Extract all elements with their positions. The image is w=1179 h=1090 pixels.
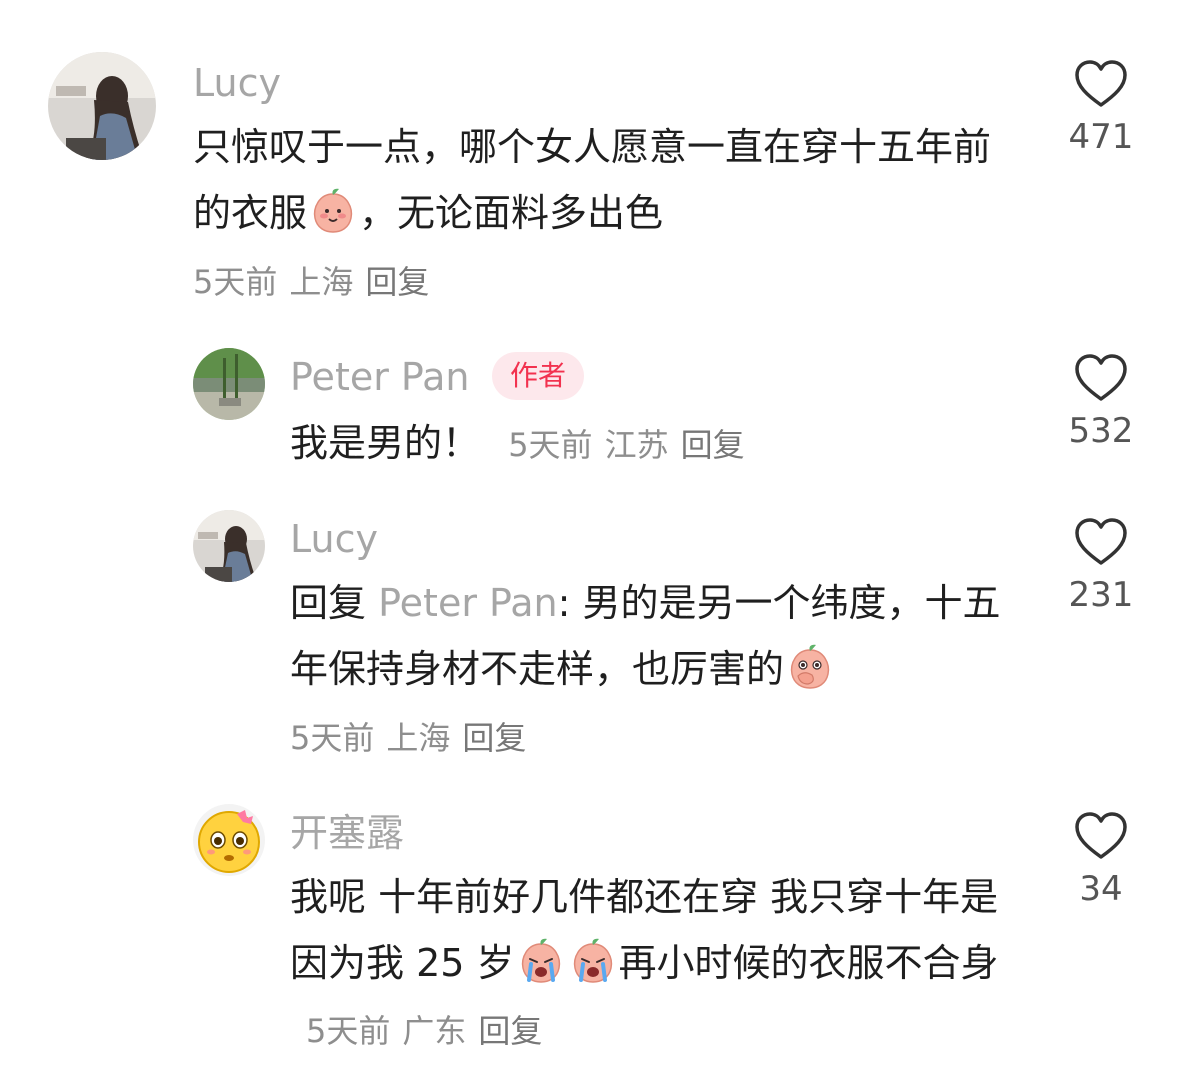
comment-text-part: 我是男的！	[290, 421, 481, 465]
reply-button[interactable]: 回复	[681, 426, 745, 464]
emoji-face-avatar	[193, 804, 265, 876]
comment-location: 上海	[386, 719, 451, 757]
comment-text-part: ，无论面料多出色	[359, 191, 664, 235]
covering-mouth-peach-emoji	[790, 644, 830, 689]
username[interactable]: Lucy	[193, 64, 281, 102]
comment-item: 开塞露 我呢 十年前好几件都还在穿 我只穿十年是因为我 25 岁 再小时候的衣服…	[0, 780, 1179, 1090]
comment-text: 回复 Peter Pan: 男的是另一个纬度，十五年保持身材不走样，也厉害的	[290, 570, 1020, 702]
reply-button[interactable]: 回复	[462, 719, 526, 757]
heart-icon	[1075, 60, 1127, 107]
reply-button[interactable]: 回复	[365, 263, 429, 301]
like-count: 231	[1068, 575, 1134, 615]
author-badge: 作者	[492, 352, 585, 400]
comment-item: Peter Pan 作者 我是男的！ 5天前 江苏 回复 532	[0, 320, 1179, 480]
like-count: 532	[1068, 411, 1134, 451]
comment-text: 我呢 十年前好几件都还在穿 我只穿十年是因为我 25 岁 再小时候的衣服不合身 …	[290, 864, 1010, 1064]
username[interactable]: 开塞露	[290, 814, 404, 852]
heart-icon	[1075, 518, 1127, 565]
comment-meta: 5天前 上海 回复	[290, 722, 538, 754]
comment-meta: 5天前 广东 回复	[306, 1012, 554, 1050]
avatar[interactable]	[193, 510, 265, 582]
heart-icon	[1075, 812, 1127, 859]
comment-item: Lucy 回复 Peter Pan: 男的是另一个纬度，十五年保持身材不走样，也…	[0, 480, 1179, 780]
reply-target-username[interactable]: Peter Pan	[378, 581, 558, 625]
avatar-photo	[193, 510, 265, 582]
comment-item: Lucy 只惊叹于一点，哪个女人愿意一直在穿十五年前的衣服 ，无论面料多出色 5…	[0, 0, 1179, 320]
smiling-peach-emoji	[313, 188, 353, 233]
reply-prefix: 回复	[290, 581, 367, 625]
like-button[interactable]: 34	[1046, 810, 1156, 906]
comment-time: 5天前	[193, 263, 278, 301]
heart-icon	[1075, 354, 1127, 401]
comment-meta: 5天前 上海 回复	[193, 266, 441, 298]
comment-text: 我是男的！ 5天前 江苏 回复	[290, 410, 1050, 478]
comment-location: 江苏	[604, 426, 669, 464]
comment-text: 只惊叹于一点，哪个女人愿意一直在穿十五年前的衣服 ，无论面料多出色	[193, 114, 1013, 246]
avatar-photo	[48, 52, 156, 160]
username[interactable]: Peter Pan	[290, 358, 470, 396]
crying-peach-emoji	[573, 938, 612, 983]
like-count: 471	[1068, 117, 1134, 157]
comment-time: 5天前	[290, 719, 375, 757]
username[interactable]: Lucy	[290, 520, 378, 558]
comment-meta: 5天前 江苏 回复	[498, 426, 757, 464]
crying-peach-emoji	[521, 938, 560, 983]
comment-text-part: 再小时候的衣服不合身	[618, 941, 999, 985]
comment-time: 5天前	[508, 426, 593, 464]
reply-button[interactable]: 回复	[478, 1012, 542, 1050]
avatar[interactable]	[48, 52, 156, 160]
like-button[interactable]: 231	[1046, 516, 1156, 612]
like-count: 34	[1079, 869, 1123, 909]
avatar[interactable]	[193, 804, 265, 876]
like-button[interactable]: 532	[1046, 352, 1156, 448]
avatar[interactable]	[193, 348, 265, 420]
comment-location: 上海	[289, 263, 354, 301]
comment-location: 广东	[402, 1012, 467, 1050]
avatar-photo	[193, 348, 265, 420]
comment-time: 5天前	[306, 1012, 391, 1050]
like-button[interactable]: 471	[1046, 58, 1156, 154]
